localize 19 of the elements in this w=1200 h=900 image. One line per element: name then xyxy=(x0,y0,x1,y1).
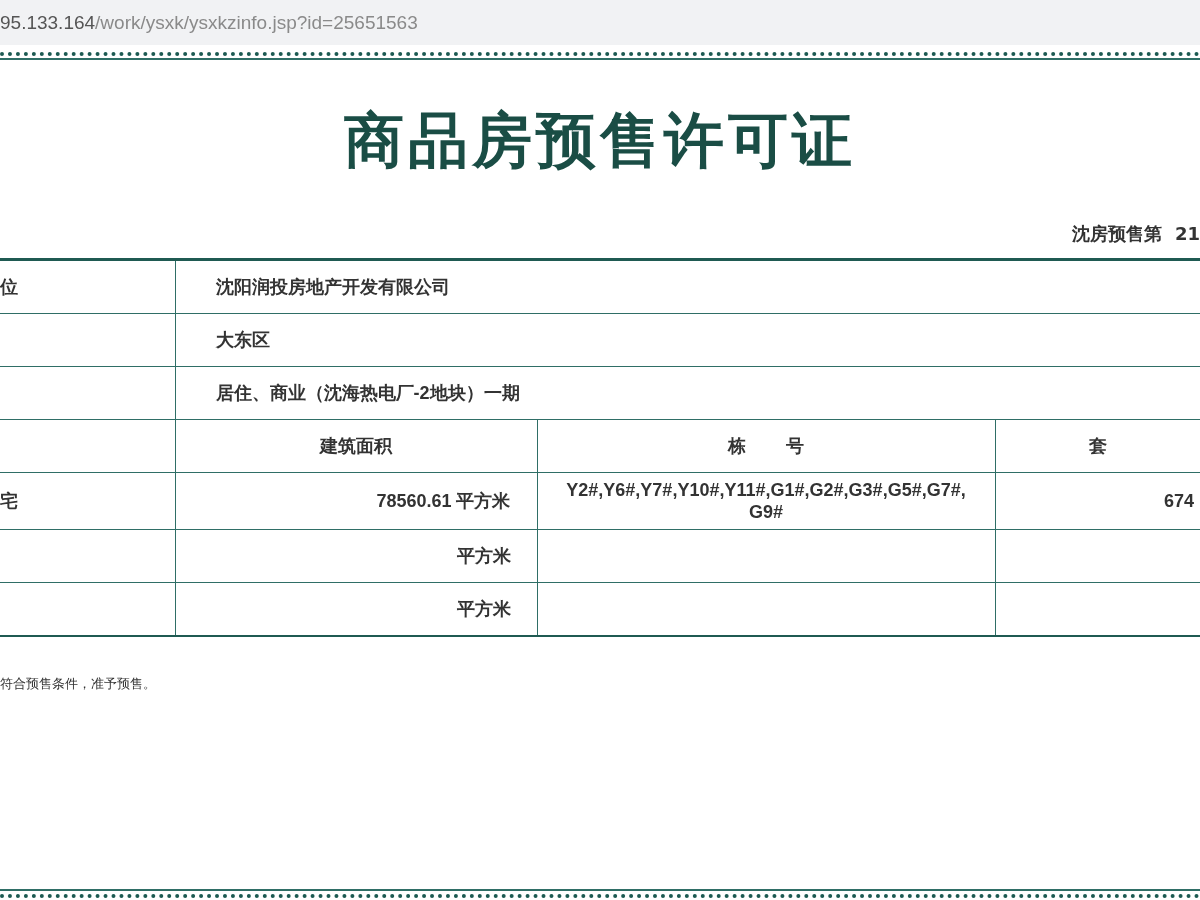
area-cell: 平方米 xyxy=(175,529,537,583)
url-host: 95.133.164 xyxy=(0,11,96,34)
label-cell: 位 xyxy=(0,259,175,314)
url-path: /work/ysxk/ysxkzinfo.jsp?id=25651563 xyxy=(95,11,418,34)
column-header: 套 xyxy=(995,419,1200,473)
units-cell: 674 xyxy=(995,472,1200,530)
area-cell: 78560.61 平方米 xyxy=(175,472,537,530)
value-cell: 居住、商业（沈海热电厂-2地块）一期 xyxy=(175,366,1200,420)
value-cell: 沈阳润投房地产开发有限公司 xyxy=(175,259,1200,314)
use-cell: 宅 xyxy=(0,472,175,530)
value-cell: 大东区 xyxy=(175,313,1200,367)
certificate-title: 商品房预售许可证 xyxy=(343,104,857,177)
address-bar[interactable]: 95.133.164/work/ysxk/ysxkzinfo.jsp?id=25651563 xyxy=(0,0,1200,45)
area-cell: 平方米 xyxy=(175,582,537,636)
column-header: 建筑面积 xyxy=(175,419,537,473)
permit-number: 沈房预售第 21 xyxy=(1071,222,1200,246)
column-header: 栋 号 xyxy=(537,419,995,473)
buildings-cell: Y2#,Y6#,Y7#,Y10#,Y11#,G1#,G2#,G3#,G5#,G7#,G9# xyxy=(537,472,995,530)
approval-note: 符合预售条件，准予预售。 xyxy=(0,675,157,693)
